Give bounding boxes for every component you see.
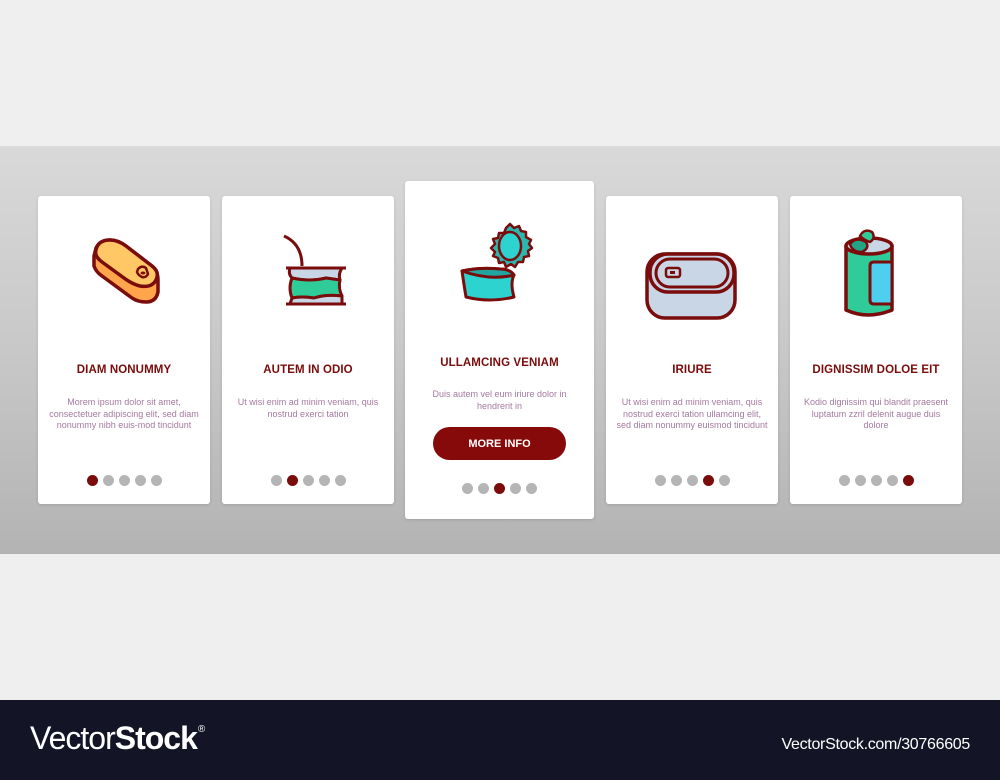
- pagination-dots: [606, 475, 778, 486]
- page-dot-2[interactable]: [102, 475, 114, 486]
- card-description: Ut wisi enim ad minim veniam, quis nostr…: [237, 397, 379, 419]
- page-dot-5[interactable]: [902, 475, 914, 486]
- page-dot-2[interactable]: [478, 483, 489, 494]
- pagination-dots: [790, 475, 962, 486]
- page-dot-1[interactable]: [462, 483, 473, 494]
- pagination-dots: [222, 475, 394, 486]
- onboarding-card-4: IRIURE Ut wisi enim ad minim veniam, qui…: [606, 196, 778, 504]
- logo-bold-text: Stock: [114, 720, 198, 756]
- page-dot-5[interactable]: [718, 475, 730, 486]
- page-dot-4[interactable]: [886, 475, 898, 486]
- card-title: AUTEM IN ODIO: [263, 364, 353, 376]
- onboarding-card-3: ULLAMCING VENIAM Duis autem vel eum iriu…: [405, 181, 594, 519]
- closed-tin-can-icon: [606, 226, 778, 326]
- page-dot-3[interactable]: [870, 475, 882, 486]
- sardine-can-icon: [38, 226, 210, 326]
- page-dot-2[interactable]: [670, 475, 682, 486]
- page-dot-5[interactable]: [526, 483, 537, 494]
- page-dot-5[interactable]: [150, 475, 162, 486]
- page-dot-1[interactable]: [654, 475, 666, 486]
- card-title: ULLAMCING VENIAM: [440, 357, 559, 369]
- watermark-footer: VectorStock® VectorStock.com/30766605: [0, 700, 1000, 780]
- page-dot-4[interactable]: [702, 475, 714, 486]
- onboarding-card-2: AUTEM IN ODIO Ut wisi enim ad minim veni…: [222, 196, 394, 504]
- page-dot-1[interactable]: [86, 475, 98, 486]
- card-title: IRIURE: [672, 364, 712, 376]
- card-title: DIGNISSIM DOLOE EIT: [812, 364, 940, 376]
- pagination-dots: [38, 475, 210, 486]
- page-dot-2[interactable]: [854, 475, 866, 486]
- card-title: DIAM NONUMMY: [76, 364, 172, 376]
- opened-can-icon: [222, 226, 394, 326]
- card-description: Morem ipsum dolor sit amet, consectetuer…: [49, 397, 199, 431]
- more-info-button[interactable]: MORE INFO: [433, 427, 566, 460]
- page-dot-3[interactable]: [118, 475, 130, 486]
- onboarding-card-5: DIGNISSIM DOLOE EIT Kodio dignissim qui …: [790, 196, 962, 504]
- page-dot-5[interactable]: [334, 475, 346, 486]
- open-tin-with-lid-icon: [405, 219, 594, 319]
- card-description: Duis autem vel eum iriure dolor in hendr…: [432, 389, 567, 411]
- page-dot-4[interactable]: [510, 483, 521, 494]
- page-dot-3[interactable]: [302, 475, 314, 486]
- page-dot-3[interactable]: [686, 475, 698, 486]
- page-dot-2[interactable]: [286, 475, 298, 486]
- page-dot-4[interactable]: [134, 475, 146, 486]
- card-description: Ut wisi enim ad minim veniam, quis nostr…: [616, 397, 768, 431]
- page-dot-4[interactable]: [318, 475, 330, 486]
- onboarding-card-1: DIAM NONUMMY Morem ipsum dolor sit amet,…: [38, 196, 210, 504]
- open-cylinder-can-icon: [790, 226, 962, 326]
- page-dot-3[interactable]: [494, 483, 505, 494]
- stock-id: VectorStock.com/30766605: [781, 736, 971, 753]
- page-dot-1[interactable]: [838, 475, 850, 486]
- vectorstock-logo: VectorStock®: [30, 720, 205, 757]
- page-dot-1[interactable]: [270, 475, 282, 486]
- pagination-dots: [405, 483, 594, 494]
- logo-light-text: Vector: [30, 720, 116, 756]
- card-description: Kodio dignissim qui blandit praesent lup…: [803, 397, 949, 431]
- registered-mark: ®: [197, 724, 205, 735]
